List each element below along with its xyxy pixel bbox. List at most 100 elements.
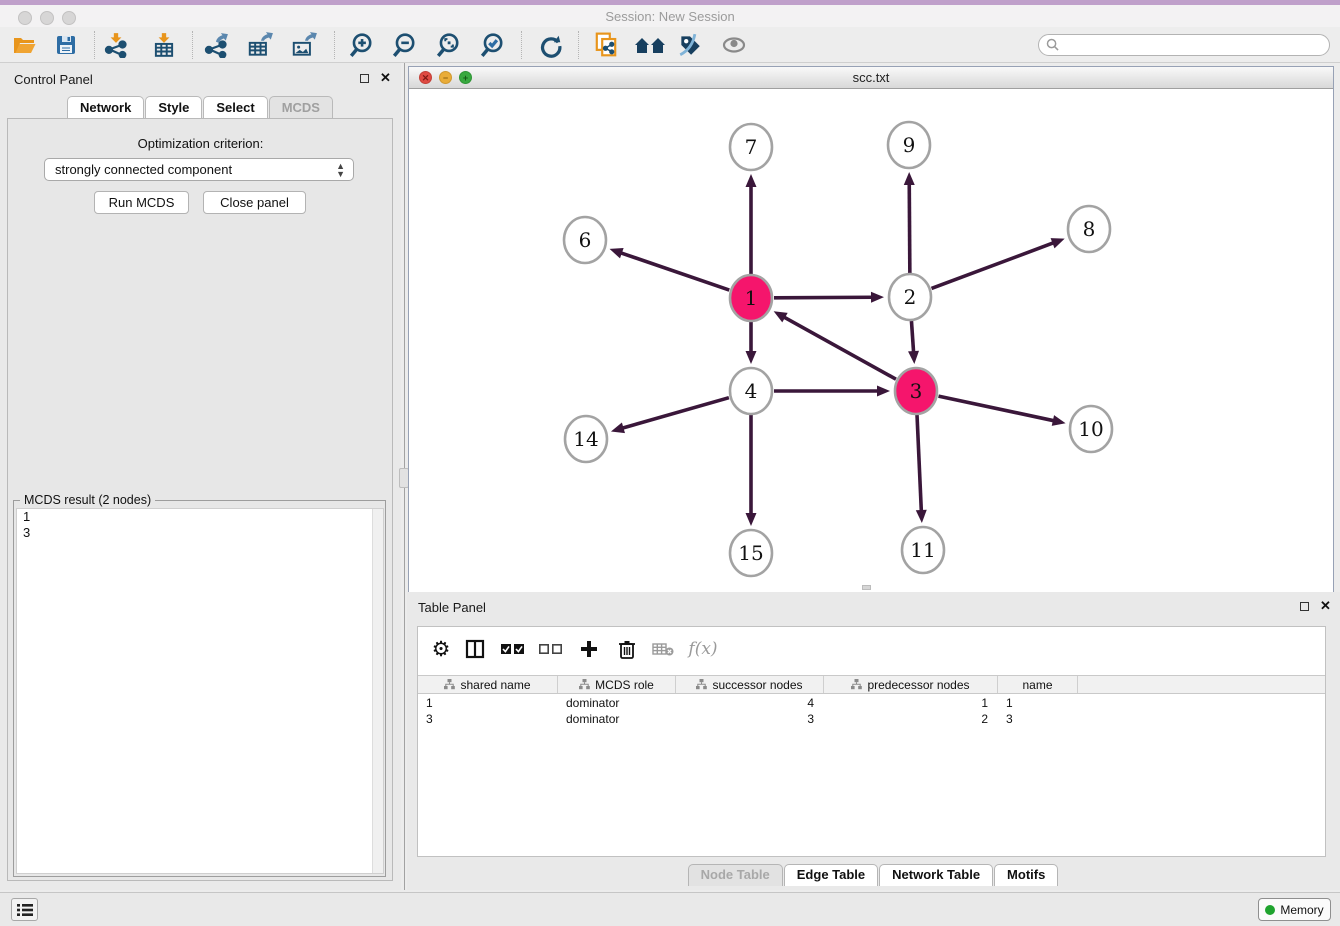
search-field [1038,34,1330,56]
column-header-label: MCDS role [595,678,654,692]
network-from-selection-button[interactable] [592,31,620,59]
apply-layout-button[interactable] [536,31,564,59]
trash-icon [618,639,636,659]
function-builder-button[interactable]: f(x) [686,636,720,662]
float-table-panel-icon[interactable] [1300,602,1309,611]
close-panel-icon[interactable]: ✕ [380,70,391,86]
run-mcds-button[interactable]: Run MCDS [94,191,189,214]
network-graph[interactable]: 7 9 6 8 1 2 4 3 14 10 15 11 [409,89,1333,592]
edge-2-3[interactable] [911,321,913,353]
eye-toggle-button[interactable] [720,31,748,59]
mcds-result-item[interactable]: 1 [17,509,383,525]
zoom-fit-button[interactable] [434,31,462,59]
float-panel-icon[interactable] [360,74,369,83]
result-scrollbar[interactable] [372,509,383,873]
close-table-panel-icon[interactable]: ✕ [1320,598,1331,614]
edge-3-10[interactable] [938,396,1054,421]
table-cell: 3 [998,711,1078,727]
edge-4-14[interactable] [622,398,729,429]
zoom-in-button[interactable] [347,31,375,59]
control-panel: Control Panel ✕ NetworkStyleSelectMCDS O… [0,63,401,890]
graph-node-15[interactable]: 15 [730,530,772,576]
network-canvas[interactable]: 7 9 6 8 1 2 4 3 14 10 15 11 [409,89,1333,592]
network-splitter-handle[interactable] [862,585,871,590]
task-history-button[interactable] [11,898,38,921]
graph-node-7[interactable]: 7 [730,124,772,170]
mcds-result-item[interactable]: 3 [17,525,383,541]
add-column-button[interactable] [576,636,602,662]
gear-icon: ⚙ [432,637,451,662]
graph-node-10[interactable]: 10 [1070,406,1112,452]
node-table-container: ⚙ f(x) [417,626,1326,857]
tab-motifs[interactable]: Motifs [994,864,1058,886]
graph-node-14[interactable]: 14 [565,416,607,462]
graph-node-1[interactable]: 1 [730,275,772,321]
edge-2-8[interactable] [932,242,1055,288]
criterion-dropdown[interactable]: strongly connected component ▲▼ [44,158,354,181]
toolbar-divider [578,31,579,59]
graph-node-9[interactable]: 9 [888,122,930,168]
column-header-successor-nodes[interactable]: successor nodes [676,676,824,693]
zoom-selected-button[interactable] [478,31,506,59]
zoom-out-button[interactable] [390,31,418,59]
graph-node-2[interactable]: 2 [889,274,931,320]
column-header-predecessor-nodes[interactable]: predecessor nodes [824,676,998,693]
graph-node-6[interactable]: 6 [564,217,606,263]
zoom-selected-icon [479,32,505,58]
column-layout-button[interactable] [462,636,488,662]
graph-node-11[interactable]: 11 [902,527,944,573]
graph-node-3[interactable]: 3 [895,368,937,414]
select-all-checkboxes-button[interactable] [500,636,526,662]
toolbar-divider [192,31,193,59]
table-row[interactable]: 1dominator411 [418,695,1325,711]
deselect-all-checkboxes-button[interactable] [538,636,564,662]
table-header-row[interactable]: shared name MCDS role successor nodesprede… [418,675,1325,694]
save-session-button[interactable] [52,31,80,59]
import-network-button[interactable] [102,31,130,59]
export-image-button[interactable] [290,31,318,59]
column-header-MCDS-role[interactable]: MCDS role [558,676,676,693]
search-input[interactable] [1038,34,1330,56]
control-panel-title: Control Panel [14,72,93,87]
open-session-button[interactable] [10,31,38,59]
arrowhead-icon [746,351,757,364]
zoom-out-icon [391,32,417,58]
column-header-shared-name[interactable]: shared name [418,676,558,693]
close-panel-button[interactable]: Close panel [203,191,306,214]
tab-network[interactable]: Network [67,96,144,118]
tab-mcds[interactable]: MCDS [269,96,333,118]
edge-1-2[interactable] [774,297,873,298]
tab-select[interactable]: Select [203,96,267,118]
graph-node-4[interactable]: 4 [730,368,772,414]
tab-node-table[interactable]: Node Table [688,864,783,886]
open-folder-icon [11,33,37,57]
arrowhead-icon [908,351,919,364]
settings-gear-button[interactable]: ⚙ [428,636,454,662]
node-label: 7 [745,135,758,159]
delete-table-button[interactable] [650,636,676,662]
graph-node-8[interactable]: 8 [1068,206,1110,252]
memory-button[interactable]: Memory [1258,898,1331,921]
edge-3-1[interactable] [783,317,896,380]
table-row[interactable]: 3dominator323 [418,711,1325,727]
home-networks-button[interactable] [632,31,668,59]
edge-3-11[interactable] [917,415,921,512]
arrowhead-icon [1051,238,1065,248]
tab-edge-table[interactable]: Edge Table [784,864,878,886]
node-label: 6 [579,228,592,252]
toggle-graphics-details-button[interactable] [676,31,704,59]
export-table-button[interactable] [246,31,274,59]
export-network-button[interactable] [202,31,230,59]
delete-column-button[interactable] [614,636,640,662]
column-type-icon [851,679,862,690]
network-window-titlebar[interactable]: ✕ − + scc.txt [409,67,1333,89]
tab-style[interactable]: Style [145,96,202,118]
column-header-name[interactable]: name [998,676,1078,693]
tab-network-table[interactable]: Network Table [879,864,993,886]
import-table-button[interactable] [150,31,178,59]
edge-2-9[interactable] [909,183,910,273]
edge-1-6[interactable] [620,253,729,291]
mcds-result-list[interactable]: 13 [16,508,384,874]
arrowhead-icon [877,386,890,397]
node-label: 2 [904,285,917,309]
